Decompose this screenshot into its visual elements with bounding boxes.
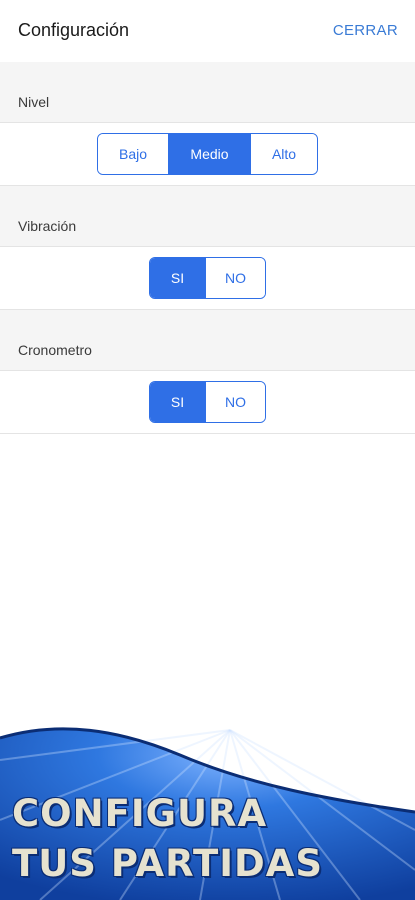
promo-title-line-1: CONFIGURA	[12, 792, 268, 835]
level-segmented-control: Bajo Medio Alto	[97, 133, 318, 175]
vibration-option-no[interactable]: NO	[205, 258, 265, 298]
close-button[interactable]: CERRAR	[333, 22, 398, 39]
level-section-header: Nivel	[0, 62, 415, 123]
timer-label: Cronometro	[18, 342, 92, 358]
page-title: Configuración	[18, 20, 130, 40]
timer-option-no[interactable]: NO	[205, 382, 265, 422]
vibration-section-header: Vibración	[0, 186, 415, 247]
level-control-row: Bajo Medio Alto	[0, 123, 415, 186]
level-label: Nivel	[18, 94, 50, 110]
level-option-medium[interactable]: Medio	[168, 134, 250, 174]
vibration-segmented-control: SI NO	[149, 257, 266, 299]
vibration-option-yes[interactable]: SI	[150, 258, 205, 298]
timer-option-yes[interactable]: SI	[150, 382, 205, 422]
header-bar: Configuración CERRAR	[0, 0, 415, 63]
level-option-low[interactable]: Bajo	[98, 134, 168, 174]
timer-segmented-control: SI NO	[149, 381, 266, 423]
promo-banner: CONFIGURA TUS PARTIDAS	[0, 700, 415, 900]
timer-control-row: SI NO	[0, 371, 415, 434]
promo-title-line-2: TUS PARTIDAS	[12, 842, 323, 885]
vibration-control-row: SI NO	[0, 247, 415, 310]
vibration-label: Vibración	[18, 218, 77, 234]
timer-section-header: Cronometro	[0, 310, 415, 371]
level-option-high[interactable]: Alto	[250, 134, 317, 174]
